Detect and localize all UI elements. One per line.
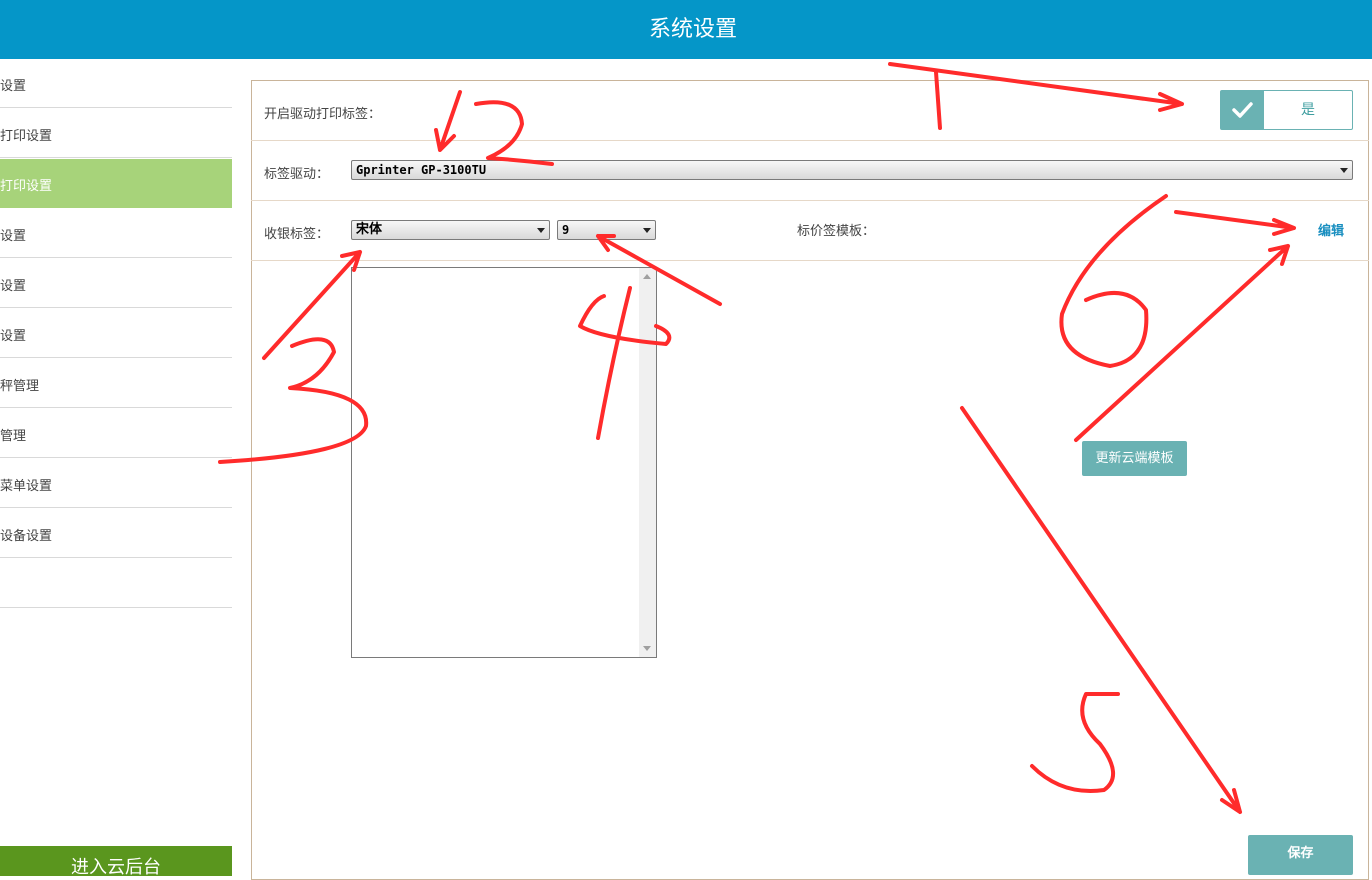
scroll-down-icon[interactable] xyxy=(643,646,651,651)
chevron-down-icon xyxy=(1340,168,1348,173)
sidebar: 设置 打印设置 打印设置 设置 设置 设置 秤管理 管理 菜单设置 设备设置 xyxy=(0,59,232,869)
row-divider xyxy=(251,140,1369,141)
sidebar-item-2[interactable]: 打印设置 xyxy=(0,109,232,158)
label-preview-textarea[interactable] xyxy=(351,267,657,658)
sidebar-item-manage[interactable]: 管理 xyxy=(0,409,232,458)
chevron-down-icon xyxy=(643,228,651,233)
update-cloud-template-button[interactable]: 更新云端模板 xyxy=(1082,441,1187,476)
page-title: 系统设置 xyxy=(648,17,737,42)
sidebar-item-scale[interactable]: 秤管理 xyxy=(0,359,232,408)
enter-cloud-backend-button[interactable]: 进入云后台 xyxy=(0,846,232,876)
enable-driver-label: 开启驱动打印标签： xyxy=(264,107,382,122)
scroll-up-icon[interactable] xyxy=(643,274,651,279)
font-size-select[interactable]: 9 xyxy=(557,220,656,240)
row-divider xyxy=(251,200,1369,201)
save-button[interactable]: 保存 xyxy=(1248,835,1353,875)
sidebar-item-1[interactable]: 设置 xyxy=(0,59,232,108)
scrollbar[interactable] xyxy=(639,268,656,657)
check-icon xyxy=(1221,91,1264,129)
chevron-down-icon xyxy=(537,228,545,233)
label-driver-select[interactable]: Gprinter GP-3100TU xyxy=(351,160,1353,180)
edit-link[interactable]: 编辑 xyxy=(1318,220,1344,239)
sidebar-item-device[interactable]: 设备设置 xyxy=(0,509,232,558)
label-driver-label: 标签驱动： xyxy=(264,167,330,182)
enable-driver-toggle[interactable]: 是 xyxy=(1220,90,1353,130)
toggle-value: 是 xyxy=(1301,102,1315,118)
font-size-value: 9 xyxy=(562,223,570,237)
font-value: 宋体 xyxy=(356,222,383,237)
sidebar-item-menu[interactable]: 菜单设置 xyxy=(0,459,232,508)
label-driver-value: Gprinter GP-3100TU xyxy=(356,163,487,177)
sidebar-item-label-print[interactable]: 打印设置 xyxy=(0,159,232,208)
sidebar-item-empty[interactable] xyxy=(0,559,232,608)
sidebar-item-5[interactable]: 设置 xyxy=(0,259,232,308)
font-select[interactable]: 宋体 xyxy=(351,220,550,240)
sidebar-item-4[interactable]: 设置 xyxy=(0,209,232,258)
sidebar-item-6[interactable]: 设置 xyxy=(0,309,232,358)
cashier-label-label: 收银标签： xyxy=(264,227,330,242)
row-divider xyxy=(251,260,1369,261)
price-template-label: 标价签模板： xyxy=(797,224,876,239)
top-bar: 系统设置 xyxy=(0,0,1372,59)
